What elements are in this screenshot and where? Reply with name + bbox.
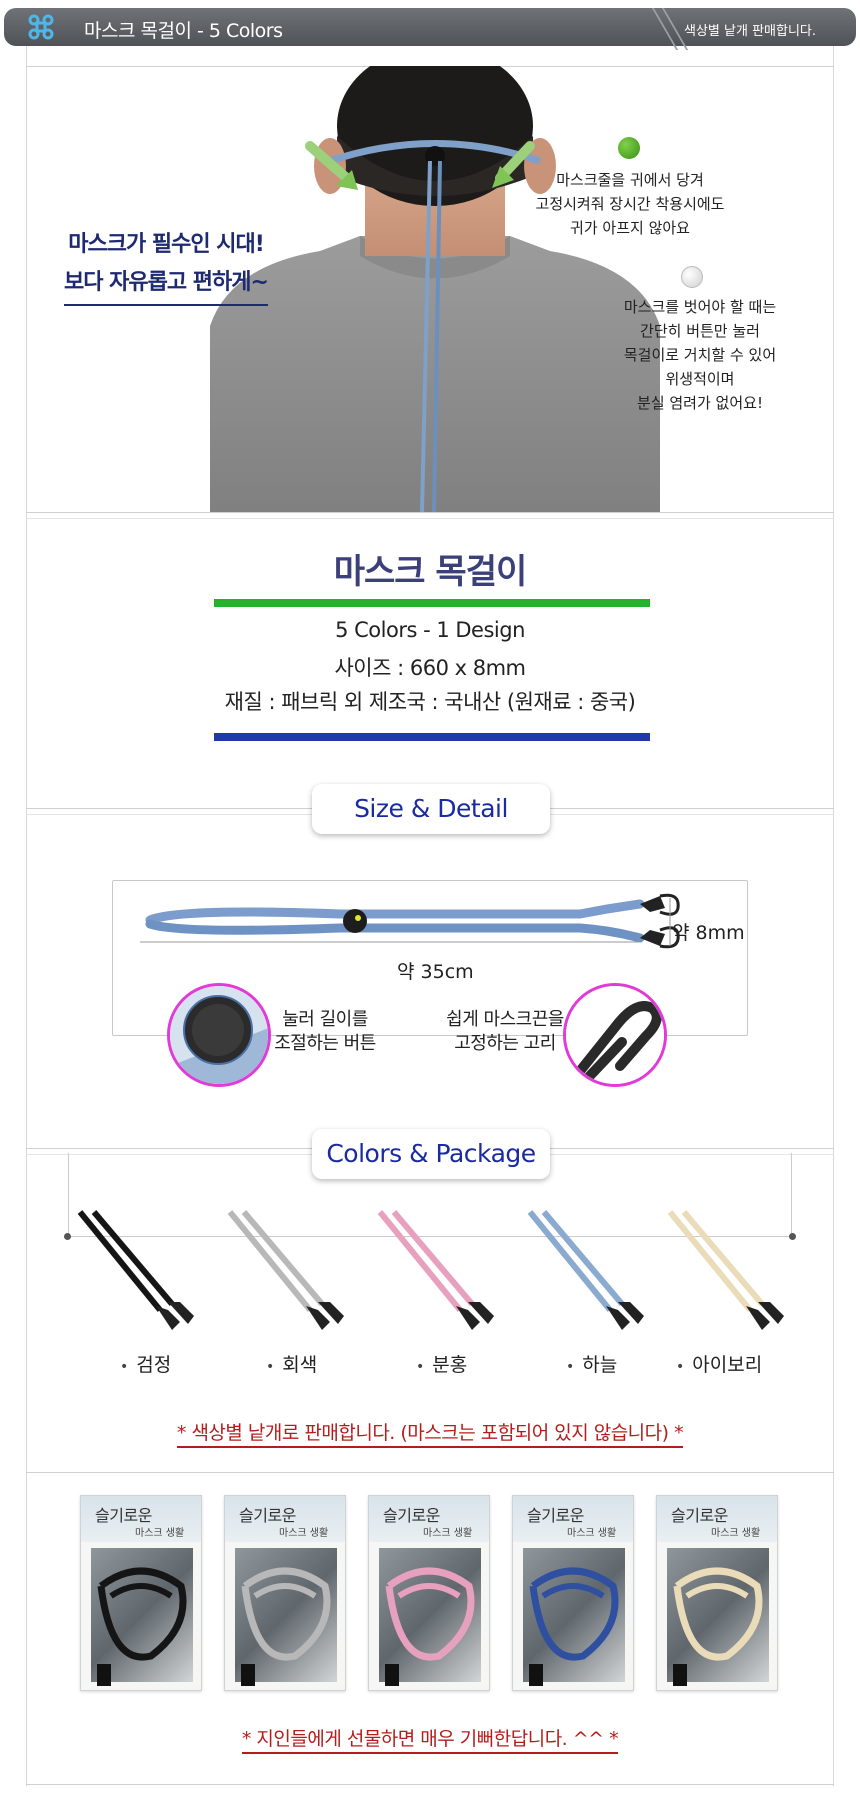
white-bullet-icon — [681, 266, 703, 288]
package-pink: 슬기로운 마스크 생활 — [368, 1495, 490, 1691]
caption-line: 쉽게 마스크끈을 — [446, 1009, 564, 1030]
package-gray: 슬기로운 마스크 생활 — [224, 1495, 346, 1691]
frame-dot — [789, 1233, 796, 1240]
section-label-size-detail: Size & Detail — [312, 784, 550, 834]
product-detail-page: 마스크 목걸이 - 5 Colors 색상별 낱개 판매합니다. 마스크가 필수… — [0, 0, 860, 1796]
color-name-ivory: 아이보리 — [676, 1350, 762, 1377]
color-name-skyblue: 하늘 — [566, 1350, 617, 1377]
gift-note: * 지인들에게 선물하면 매우 기뻐한답니다. ^^ * — [0, 1724, 860, 1754]
color-name-pink: 분홍 — [416, 1350, 467, 1377]
width-dimension: 약 8mm — [672, 922, 745, 944]
color-name-gray: 회색 — [266, 1350, 317, 1377]
caption-line: 간단히 버튼만 눌러 — [640, 322, 760, 340]
package-subtitle: 마스크 생활 — [135, 1528, 185, 1539]
green-rule — [214, 599, 650, 607]
caption-line: 고정시켜줘 장시간 착용시에도 — [535, 195, 725, 213]
package-subtitle: 마스크 생활 — [423, 1528, 473, 1539]
divider — [26, 518, 834, 519]
blue-rule — [214, 733, 650, 741]
product-name: 마스크 목걸이 — [333, 552, 528, 592]
spec-material: 재질 : 패브릭 외 제조국 : 국내산 (원재료 : 중국) — [224, 690, 636, 714]
caption-line: 마스크를 벗어야 할 때는 — [623, 298, 777, 316]
package-ivory: 슬기로운 마스크 생활 — [656, 1495, 778, 1691]
button-zoom-image — [167, 983, 271, 1087]
strap-gray-image — [227, 1210, 344, 1330]
package-black: 슬기로운 마스크 생활 — [80, 1495, 202, 1691]
strap-skyblue-image — [527, 1210, 644, 1330]
caption-line: 분실 염려가 없어요! — [637, 394, 763, 412]
header-bar: 마스크 목걸이 - 5 Colors 색상별 낱개 판매합니다. — [4, 8, 856, 50]
slogan-line-1: 마스크가 필수인 시대! — [68, 232, 265, 257]
page-title: 마스크 목걸이 - 5 Colors — [84, 20, 283, 42]
caption-line: 조절하는 버튼 — [274, 1033, 376, 1054]
strap-ivory-image — [667, 1210, 784, 1330]
package-subtitle: 마스크 생활 — [567, 1528, 617, 1539]
gift-note-text: * 지인들에게 선물하면 매우 기뻐한답니다. ^^ * — [241, 1728, 619, 1754]
header-note: 색상별 낱개 판매합니다. — [684, 24, 816, 39]
section-label-colors-package: Colors & Package — [312, 1129, 550, 1179]
caption-line: 귀가 아프지 않아요 — [570, 219, 690, 237]
sales-note-text: * 색상별 낱개로 판매합니다. (마스크는 포함되어 있지 않습니다) * — [176, 1422, 684, 1448]
sales-note: * 색상별 낱개로 판매합니다. (마스크는 포함되어 있지 않습니다) * — [0, 1418, 860, 1448]
package-skyblue: 슬기로운 마스크 생활 — [512, 1495, 634, 1691]
color-name-black: 검정 — [120, 1350, 171, 1377]
button-caption: 눌러 길이를 조절하는 버튼 — [270, 1008, 380, 1056]
package-subtitle: 마스크 생활 — [711, 1528, 761, 1539]
command-key-icon — [28, 14, 54, 40]
caption-hygiene: 마스크를 벗어야 할 때는 간단히 버튼만 눌러 목걸이로 거치할 수 있어 위… — [610, 295, 790, 415]
package-title: 슬기로운 — [239, 1506, 296, 1525]
wearing-photo — [210, 66, 660, 512]
caption-line: 눌러 길이를 — [282, 1009, 368, 1030]
divider — [26, 512, 834, 513]
spec-size: 사이즈 : 660 x 8mm — [334, 656, 526, 680]
package-subtitle: 마스크 생활 — [279, 1528, 329, 1539]
caption-ear-comfort: 마스크줄을 귀에서 당겨 고정시켜줘 장시간 착용시에도 귀가 아프지 않아요 — [520, 168, 740, 240]
hook-zoom-image — [563, 983, 667, 1087]
caption-line: 마스크줄을 귀에서 당겨 — [556, 171, 704, 189]
length-dimension: 약 35cm — [397, 961, 474, 983]
package-title: 슬기로운 — [527, 1506, 584, 1525]
package-title: 슬기로운 — [95, 1506, 152, 1525]
caption-line: 목걸이로 거치할 수 있어 — [623, 346, 777, 364]
spec-colors: 5 Colors - 1 Design — [335, 618, 525, 642]
strap-pink-image — [377, 1210, 494, 1330]
package-title: 슬기로운 — [671, 1506, 728, 1525]
divider — [26, 1472, 834, 1473]
caption-line: 고정하는 고리 — [454, 1033, 556, 1054]
hook-caption: 쉽게 마스크끈을 고정하는 고리 — [440, 1008, 570, 1056]
caption-line: 위생적이며 — [665, 370, 735, 388]
package-title: 슬기로운 — [383, 1506, 440, 1525]
strap-black-image — [77, 1210, 194, 1330]
divider — [26, 1784, 834, 1785]
slogan-line-2: 보다 자유롭고 편하게~ — [64, 264, 269, 306]
green-bullet-icon — [618, 137, 640, 159]
slogan: 마스크가 필수인 시대! 보다 자유롭고 편하게~ — [56, 226, 276, 306]
